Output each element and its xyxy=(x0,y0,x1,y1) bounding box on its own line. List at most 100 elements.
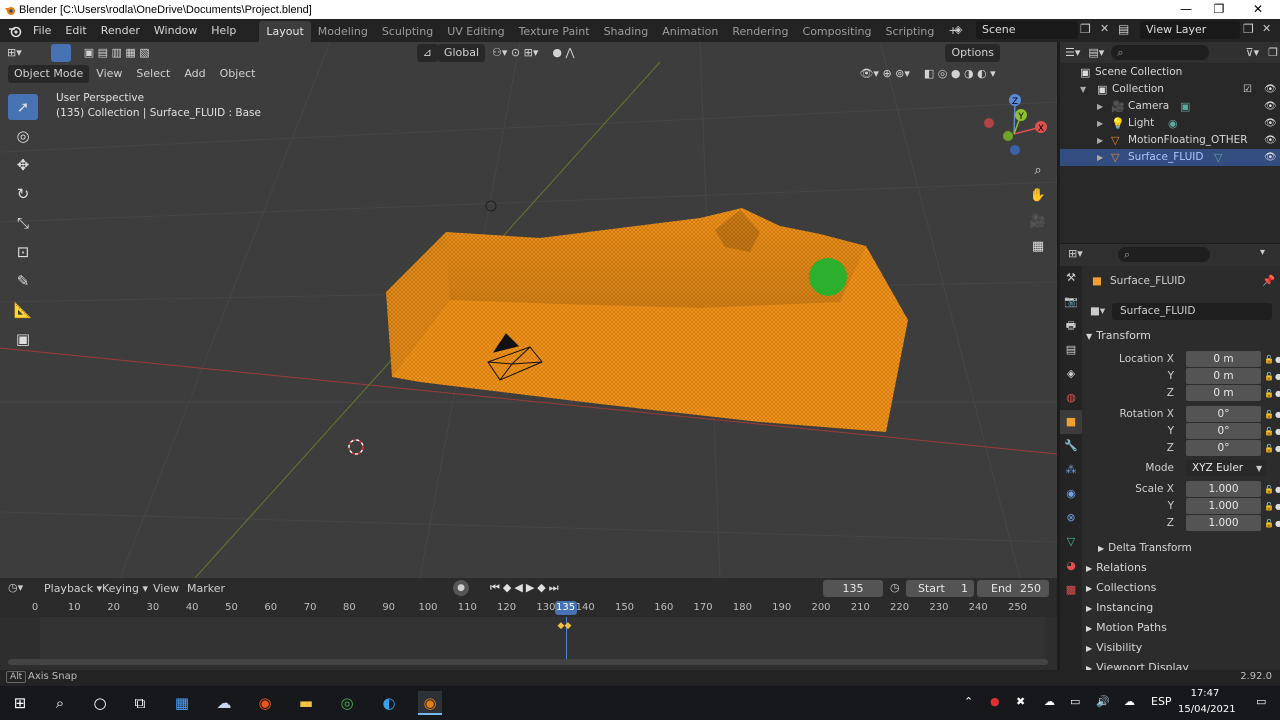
record-tray-icon[interactable]: ● xyxy=(990,695,1000,708)
scale-tool-icon[interactable]: ⤡ xyxy=(8,210,38,236)
instancing-panel-header[interactable]: ▶ Instancing xyxy=(1086,598,1280,618)
tool-tab-icon[interactable]: ⚒ xyxy=(1060,266,1082,290)
shading-mode-icons[interactable]: ◧ ◎ ● ◑ ◐ ▾ xyxy=(917,63,1003,84)
tab-layout[interactable]: Layout xyxy=(259,20,311,42)
collections-panel-header[interactable]: ▶ Collections xyxy=(1086,578,1280,598)
lock-icon[interactable]: 🔓 xyxy=(1264,440,1274,457)
camera-data-icon[interactable]: ▣ xyxy=(1180,98,1190,115)
options-dropdown[interactable]: Options xyxy=(945,43,1000,62)
keyframe-dot-icon[interactable]: ● xyxy=(1275,351,1280,368)
pan-hand-icon[interactable]: ✋ xyxy=(1027,185,1049,207)
keyframe-dot-icon[interactable]: ● xyxy=(1275,406,1280,423)
edge-icon[interactable]: ◐ xyxy=(377,691,401,715)
cursor-tool-icon[interactable]: ◎ xyxy=(8,123,38,149)
outliner-item-surface-fluid[interactable]: ▶ ▽ Surface_FLUID ▽ 👁 xyxy=(1060,149,1280,166)
expand-icon[interactable]: ▶ xyxy=(1097,98,1103,115)
timeline-menu-marker[interactable]: Marker xyxy=(187,582,225,595)
tab-rendering[interactable]: Rendering xyxy=(725,21,795,42)
select-tool-icon[interactable]: ➚ xyxy=(8,94,38,120)
clock-icon[interactable]: ◷ xyxy=(890,581,900,594)
scale-y-field[interactable]: 1.000 xyxy=(1186,498,1261,514)
visibility-eye-icon[interactable]: 👁 xyxy=(1264,132,1277,149)
motion-paths-panel-header[interactable]: ▶ Motion Paths xyxy=(1086,618,1280,638)
outliner-editor-icon[interactable]: ☰▾ xyxy=(1060,42,1085,63)
transform-orientation-select[interactable]: Global xyxy=(437,43,486,62)
proportional-editing-icons[interactable]: ● ⋀ xyxy=(545,42,581,63)
location-z-field[interactable]: 0 m xyxy=(1186,385,1261,401)
keyframe-diamond[interactable]: ◆◆ xyxy=(558,621,572,631)
keyframe-dot-icon[interactable]: ● xyxy=(1275,368,1280,385)
filter-icon[interactable]: ⊽▾ xyxy=(1239,42,1267,63)
visibility-eye-icon[interactable]: 👁 xyxy=(1264,98,1277,115)
outliner-collection[interactable]: ▼ ▣ Collection ☑ 👁 xyxy=(1060,81,1280,98)
timeline-ruler[interactable]: 0 10 20 30 40 50 60 70 80 90 100 110 120 130 140 150 160… xyxy=(0,599,1057,617)
visibility-eye-icon[interactable]: 👁 xyxy=(1264,81,1277,98)
record-button[interactable]: ● xyxy=(453,580,469,596)
blender-menu-icon[interactable] xyxy=(8,24,22,38)
rotation-y-field[interactable]: 0° xyxy=(1186,423,1261,439)
current-frame-field[interactable]: 135 xyxy=(823,580,883,597)
properties-editor-icon[interactable]: ⊞▾ xyxy=(1068,247,1083,260)
properties-search-input[interactable]: ⌕ xyxy=(1118,247,1210,262)
keyframe-dot-icon[interactable]: ● xyxy=(1275,498,1280,515)
location-y-field[interactable]: 0 m xyxy=(1186,368,1261,384)
tab-compositing[interactable]: Compositing xyxy=(796,21,879,42)
rotate-tool-icon[interactable]: ↻ xyxy=(8,181,38,207)
data-tab-icon[interactable]: ▽ xyxy=(1060,530,1082,554)
lock-icon[interactable]: 🔓 xyxy=(1264,515,1274,532)
keyframe-dot-icon[interactable]: ● xyxy=(1275,481,1280,498)
selection-mode-icons[interactable]: ▣ ▤ ▥ ▦ ▧ xyxy=(77,42,157,63)
camera-view-icon[interactable]: 🎥 xyxy=(1027,211,1049,233)
view-layer-tab-icon[interactable]: ▤ xyxy=(1060,338,1082,362)
timeline-editor-icon[interactable]: ◷▾ xyxy=(8,581,23,594)
timeline-scrollbar[interactable] xyxy=(8,659,1048,665)
motion-floating-object[interactable] xyxy=(809,258,847,296)
rotation-z-field[interactable]: 0° xyxy=(1186,440,1261,456)
new-collection-icon[interactable]: ❐ xyxy=(1266,42,1280,63)
lock-icon[interactable]: 🔓 xyxy=(1264,351,1274,368)
timeline-keyframe-area[interactable] xyxy=(0,617,1057,670)
properties-options-icon[interactable]: ▾ xyxy=(1260,247,1265,258)
viewport-menu-add[interactable]: Add xyxy=(177,63,212,84)
select-box-tool-icon[interactable] xyxy=(50,43,71,62)
tab-sculpting[interactable]: Sculpting xyxy=(375,21,440,42)
rotation-x-field[interactable]: 0° xyxy=(1186,406,1261,422)
physics-tab-icon[interactable]: ◉ xyxy=(1060,482,1082,506)
texture-tab-icon[interactable]: ▩ xyxy=(1060,578,1082,602)
viewport-display-panel-header[interactable]: ▶ Viewport Display xyxy=(1086,658,1280,670)
mesh-data-icon[interactable]: ▽ xyxy=(1214,149,1222,166)
blender-taskbar-icon[interactable]: ◉ xyxy=(418,691,442,715)
expand-icon[interactable]: ▼ xyxy=(1080,81,1086,98)
search-icon[interactable]: ⌕ xyxy=(48,691,72,715)
measure-tool-icon[interactable]: 📐 xyxy=(8,297,38,323)
surface-fluid-mesh[interactable] xyxy=(386,208,908,432)
tray-app-icon[interactable]: ✖ xyxy=(1016,695,1025,708)
tray-chevron-icon[interactable]: ⌃ xyxy=(964,695,973,708)
lock-icon[interactable]: 🔓 xyxy=(1264,481,1274,498)
light-object[interactable] xyxy=(485,200,497,212)
onedrive-sync-icon[interactable]: ☁ xyxy=(1124,695,1135,708)
scene-selector[interactable]: Scene xyxy=(976,21,1078,39)
keyframe-dot-icon[interactable]: ● xyxy=(1275,385,1280,402)
chrome-icon[interactable]: ◎ xyxy=(335,691,359,715)
object-name-field[interactable]: Surface_FLUID xyxy=(1112,303,1272,320)
maximize-button[interactable]: ❐ xyxy=(1201,0,1237,19)
tab-modeling[interactable]: Modeling xyxy=(311,21,375,42)
transform-orientation-icon[interactable]: ⊿ xyxy=(416,43,438,62)
outliner-item-light[interactable]: ▶ 💡 Light ◉ 👁 xyxy=(1060,115,1280,132)
collection-checkbox[interactable]: ☑ xyxy=(1243,81,1252,98)
datablock-icon[interactable]: ■▾ xyxy=(1090,303,1105,320)
minimize-button[interactable]: — xyxy=(1168,0,1204,19)
timeline-menu-view[interactable]: View xyxy=(153,582,179,595)
end-frame-field[interactable]: End 250 xyxy=(977,580,1049,597)
tab-animation[interactable]: Animation xyxy=(655,21,725,42)
outliner-scene-collection[interactable]: ▣ Scene Collection xyxy=(1060,64,1280,81)
remove-scene-icon[interactable]: ✕ xyxy=(1100,22,1109,35)
keyframe-dot-icon[interactable]: ● xyxy=(1275,515,1280,532)
view-layer-icon[interactable]: ▤ xyxy=(1118,22,1129,36)
scale-x-field[interactable]: 1.000 xyxy=(1186,481,1261,497)
playback-controls[interactable]: ⏮◆◀▶◆⏭ xyxy=(490,581,562,595)
zoom-icon[interactable]: ⌕ xyxy=(1027,160,1049,182)
keyframe-dot-icon[interactable]: ● xyxy=(1275,440,1280,457)
tab-shading[interactable]: Shading xyxy=(597,21,656,42)
